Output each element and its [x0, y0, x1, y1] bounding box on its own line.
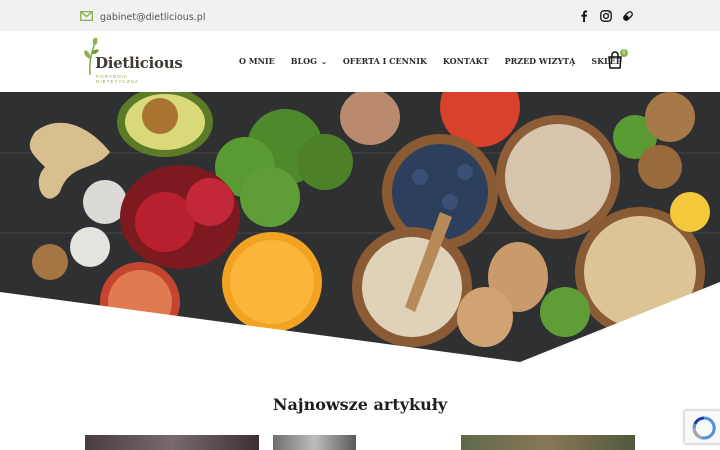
nav-label: BLOG — [290, 56, 317, 66]
nav-item-o-mnie[interactable]: O MNIE — [239, 56, 275, 66]
nav-label: OFERTA I CENNIK — [342, 56, 427, 66]
cart-count-badge: 0 — [620, 49, 628, 57]
social-links — [578, 9, 634, 22]
logo-subtitle: PORADNIA DIETETYCZNA — [96, 74, 139, 84]
nav-label: O MNIE — [239, 56, 275, 66]
logo-name: Dietlicious — [95, 54, 183, 72]
recaptcha-icon — [692, 416, 716, 440]
hero-banner — [0, 92, 720, 370]
article-thumbnail[interactable] — [273, 435, 356, 450]
recaptcha-badge[interactable] — [684, 410, 720, 444]
site-header: Dietlicious PORADNIA DIETETYCZNA O MNIE … — [0, 31, 720, 92]
main-navigation: O MNIE BLOG ⌄ OFERTA I CENNIK KONTAKT PRZ… — [239, 56, 638, 66]
nav-item-blog[interactable]: BLOG ⌄ — [291, 56, 327, 66]
nav-label: PRZED WIZYTĄ — [504, 56, 576, 66]
mail-icon — [80, 8, 93, 26]
hero-food-image — [0, 92, 720, 370]
article-thumbnail[interactable] — [85, 435, 259, 450]
email-link[interactable]: gabinet@dietlicious.pl — [80, 8, 205, 26]
instagram-icon[interactable] — [600, 9, 612, 22]
article-thumbnail[interactable] — [461, 435, 635, 450]
chevron-down-icon: ⌄ — [320, 56, 327, 66]
booksy-icon[interactable] — [622, 9, 634, 21]
facebook-icon[interactable] — [578, 9, 590, 22]
site-logo[interactable]: Dietlicious PORADNIA DIETETYCZNA — [80, 37, 183, 87]
email-address: gabinet@dietlicious.pl — [100, 11, 206, 23]
section-title: Najnowsze artykuły — [272, 395, 448, 414]
nav-item-kontakt[interactable]: KONTAKT — [443, 56, 489, 66]
nav-item-przed-wizyta[interactable]: PRZED WIZYTĄ — [505, 56, 576, 66]
top-bar: gabinet@dietlicious.pl — [0, 0, 720, 31]
nav-label: KONTAKT — [442, 56, 489, 66]
nav-item-oferta-i-cennik[interactable]: OFERTA I CENNIK — [343, 56, 427, 66]
